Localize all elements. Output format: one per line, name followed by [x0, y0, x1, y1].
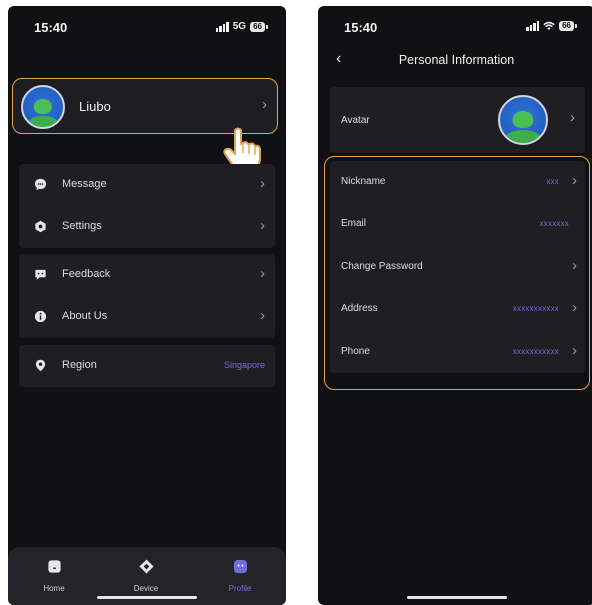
- menu-item-settings[interactable]: Settings ›: [19, 206, 275, 248]
- status-bar: 15:40 66: [318, 6, 592, 46]
- chevron-right-icon: ›: [260, 265, 265, 282]
- nav-tab-home[interactable]: Home: [29, 559, 79, 593]
- nav-tab-device[interactable]: Device: [121, 559, 171, 593]
- menu-item-label: Message: [62, 178, 107, 190]
- chevron-right-icon: ›: [260, 307, 265, 324]
- network-type: 5G: [232, 21, 247, 32]
- menu-item-feedback[interactable]: Feedback ›: [19, 254, 275, 296]
- info-icon: [34, 310, 47, 323]
- profile-name: Liubo: [79, 99, 111, 114]
- battery-icon: 66: [559, 21, 574, 31]
- menu-item-label: About Us: [62, 310, 108, 322]
- nav-header: ‹ Personal Information: [318, 48, 592, 72]
- chevron-right-icon: ›: [260, 217, 265, 234]
- bottom-nav: Home Device Profile: [8, 547, 286, 605]
- menu-group-region: Region Singapore: [19, 345, 275, 387]
- region-value: Singapore: [223, 360, 265, 370]
- signal-icon: [526, 21, 540, 31]
- status-bar: 15:40 5G 66: [8, 6, 286, 46]
- chat-bubble-icon: [34, 178, 47, 191]
- menu-group-support: Feedback › About Us ›: [19, 254, 275, 338]
- avatar-row[interactable]: Avatar ›: [330, 87, 585, 153]
- menu-item-region[interactable]: Region Singapore: [19, 345, 275, 387]
- avatar: [498, 95, 548, 145]
- info-row-nickname[interactable]: Nickname xxx ›: [330, 161, 585, 203]
- info-row-address[interactable]: Address xxxxxxxxxxx ›: [330, 288, 585, 330]
- chevron-right-icon: ›: [570, 109, 575, 126]
- info-row-phone[interactable]: Phone xxxxxxxxxxx ›: [330, 331, 585, 373]
- signal-icon: [215, 22, 229, 32]
- menu-item-label: Region: [62, 359, 97, 371]
- personal-info-list: Nickname xxx › Email xxxxxxx Change Pass…: [330, 161, 585, 373]
- nav-tab-profile[interactable]: Profile: [215, 559, 265, 593]
- chevron-right-icon: ›: [572, 172, 577, 189]
- chevron-right-icon: ›: [572, 299, 577, 317]
- chevron-right-icon: ›: [572, 256, 577, 274]
- location-pin-icon: [35, 359, 46, 372]
- avatar-label: Avatar: [341, 115, 370, 126]
- profile-screen: 15:40 5G 66 Liubo › Message › Settings ›: [8, 6, 286, 605]
- menu-item-about-us[interactable]: About Us ›: [19, 296, 275, 338]
- nickname-value: xxx: [546, 177, 559, 186]
- menu-item-message[interactable]: Message ›: [19, 164, 275, 206]
- chevron-right-icon: ›: [260, 175, 265, 192]
- battery-icon: 66: [250, 22, 265, 32]
- personal-information-screen: 15:40 66 ‹ Personal Information Avatar ›…: [318, 6, 592, 605]
- page-title: Personal Information: [398, 53, 515, 67]
- menu-item-label: Feedback: [62, 268, 111, 280]
- info-row-email[interactable]: Email xxxxxxx: [330, 203, 585, 245]
- menu-group-general: Message › Settings ›: [19, 164, 275, 248]
- home-indicator: [406, 596, 507, 599]
- avatar: [21, 85, 65, 129]
- status-time: 15:40: [344, 20, 378, 35]
- chevron-right-icon: ›: [262, 96, 267, 113]
- profile-icon: [233, 559, 247, 574]
- device-icon: [138, 559, 154, 574]
- feedback-icon: [35, 269, 46, 280]
- home-icon: [47, 560, 61, 573]
- menu-item-label: Settings: [62, 220, 102, 232]
- phone-value: xxxxxxxxxxx: [512, 346, 559, 356]
- address-value: xxxxxxxxxxx: [512, 304, 559, 314]
- email-value: xxxxxxx: [539, 219, 569, 229]
- home-indicator: [97, 596, 197, 599]
- hexagon-settings-icon: [35, 220, 46, 233]
- status-time: 15:40: [34, 20, 68, 35]
- wifi-icon: [543, 21, 555, 30]
- chevron-right-icon: ›: [572, 341, 577, 359]
- info-row-change-password[interactable]: Change Password ›: [330, 246, 585, 288]
